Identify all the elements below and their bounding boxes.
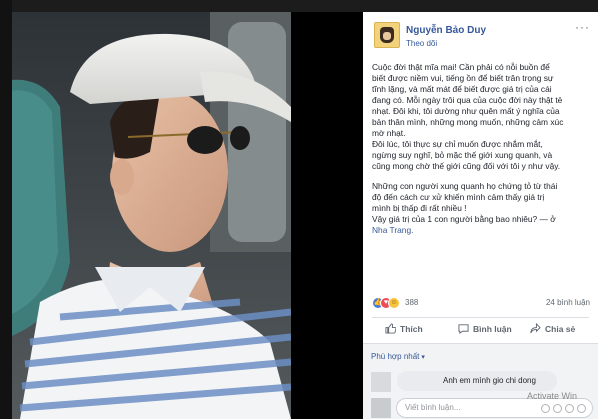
post-line: Cuộc đời thật mĩa mai! Cần phải có nỗi b… [372, 62, 550, 72]
screenshot-root: Nguyễn Bảo Duy Theo dõi ··· Cuộc đời thậ… [0, 0, 598, 419]
share-label: Chia sẻ [545, 323, 576, 334]
post-line: tĩnh lặng, và mất mát để biết được giá t… [372, 84, 552, 94]
post-line: nhạt. Đôi khi, tôi dường như quên mất ý … [372, 106, 560, 116]
post-panel: Nguyễn Bảo Duy Theo dõi ··· Cuộc đời thậ… [363, 12, 598, 419]
post-line: cũng mong chờ thế giới cũng đối với tôi … [372, 161, 561, 171]
more-options-icon[interactable]: ··· [575, 20, 590, 34]
follow-link[interactable]: Theo dõi [406, 39, 437, 48]
current-user-avatar [371, 398, 391, 418]
reaction-icons[interactable]: 👍 ♥ ☺ [372, 297, 404, 309]
comment-sort-dropdown[interactable]: Phù hợp nhất ▾ [371, 352, 425, 361]
thumbs-up-icon [385, 323, 396, 334]
post-line: đang có. Mỗi ngày trôi qua của cuộc đời … [372, 95, 563, 105]
post-line: Đôi lúc, tôi thực sự chỉ muốn được nhắm … [372, 139, 543, 149]
post-line: ngừng suy nghĩ, bỏ mặc thế giới xung qua… [372, 150, 553, 160]
top-bar [0, 0, 598, 12]
post-line: Vậy giá trị của 1 con người bằng bao nhi… [372, 214, 556, 224]
commenter-avatar[interactable] [371, 372, 391, 392]
sort-label: Phù hợp nhất [371, 352, 420, 361]
comment-item: Anh em mình gio chi dong [371, 371, 593, 393]
post-line: độ đến cách cư xử khiến mình cảm thấy gi… [372, 192, 545, 202]
comment-icon [458, 324, 469, 334]
reactions-bar: 👍 ♥ ☺ 388 24 bình luận [372, 297, 590, 311]
author-name[interactable]: Nguyễn Bảo Duy [406, 25, 486, 36]
location-link[interactable]: Nha Trang. [372, 225, 588, 236]
share-button[interactable]: Chia sẻ [530, 323, 575, 334]
comment-input-icons [541, 404, 586, 413]
post-line: bản thân mình, những mong muốn, những cả… [372, 117, 564, 127]
post-line: mờ nhạt. [372, 128, 406, 138]
comment-label: Bình luận [473, 323, 512, 334]
caret-down-icon: ▾ [421, 354, 425, 361]
comment-button[interactable]: Bình luận [458, 323, 512, 334]
share-icon [530, 323, 541, 334]
divider [372, 317, 589, 318]
post-line: mình bị thấp đi rất nhiều ! [372, 203, 467, 213]
author-avatar[interactable] [374, 22, 400, 48]
camera-icon[interactable] [553, 404, 562, 413]
photo-illustration [0, 12, 291, 419]
comment-input[interactable]: Viết bình luận... [396, 398, 593, 418]
comment-text: Anh em mình gio chi dong [443, 376, 536, 385]
post-header: Nguyễn Bảo Duy Theo dõi ··· [363, 12, 598, 58]
post-actions: Thích Bình luận Chia sẻ [372, 320, 589, 338]
reaction-count[interactable]: 388 [405, 298, 418, 307]
post-photo[interactable] [0, 12, 291, 419]
windows-activation-watermark: Activate Win [527, 391, 578, 401]
post-body: Cuộc đời thật mĩa mai! Cần phải có nỗi b… [372, 62, 588, 236]
post-line: Những con người xung quanh họ chứng tỏ t… [372, 181, 558, 191]
write-comment-row: Viết bình luận... [371, 398, 593, 418]
comment-count[interactable]: 24 bình luận [546, 298, 590, 307]
post-line: biết được niềm vui, tiếng ồn để biết trâ… [372, 73, 554, 83]
emoji-icon[interactable] [541, 404, 550, 413]
gif-icon[interactable] [565, 404, 574, 413]
comment-placeholder: Viết bình luận... [405, 403, 461, 412]
left-edge-strip [0, 0, 12, 419]
like-label: Thích [400, 323, 423, 334]
haha-reaction-icon: ☺ [388, 297, 400, 309]
sticker-icon[interactable] [577, 404, 586, 413]
comments-section: Phù hợp nhất ▾ Anh em mình gio chi dong V… [363, 344, 598, 419]
like-button[interactable]: Thích [385, 323, 423, 334]
